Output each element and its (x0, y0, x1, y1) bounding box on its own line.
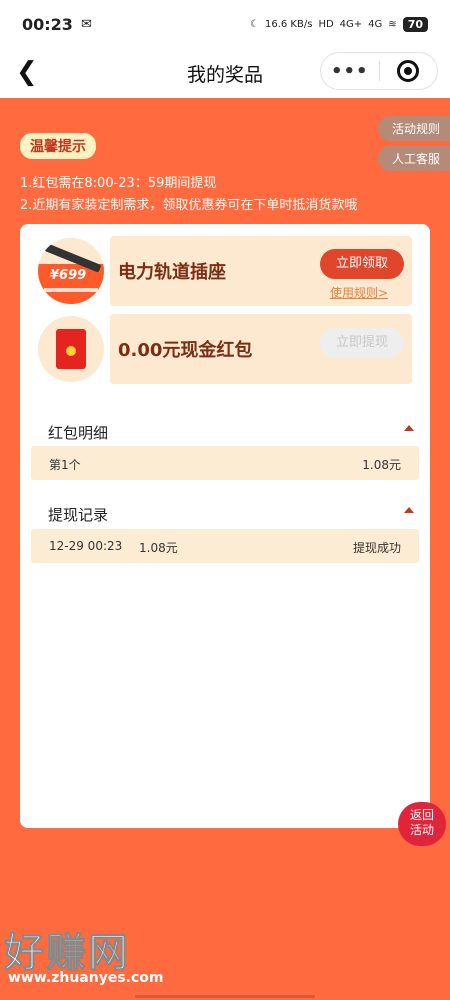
nav-bar: ❮ 我的奖品 ••• (0, 48, 450, 98)
prize-panel: 电力轨道插座 立即领取 使用规则> (110, 236, 412, 306)
redpack-detail-title: 红包明细 (48, 424, 109, 442)
hd-badge: HD (318, 18, 334, 30)
claim-button[interactable]: 立即领取 (320, 249, 404, 279)
return-label-2: 活动 (409, 823, 434, 837)
network-4g: 4G (368, 18, 383, 30)
thumb-price: ¥699 (50, 268, 87, 283)
battery-level: 70 (402, 16, 428, 32)
activity-rules-button[interactable]: 活动规则 (377, 116, 450, 141)
network-4g-plus: 4G+ (339, 18, 363, 30)
withdraw-button[interactable]: 立即提现 (320, 328, 404, 358)
network-speed: 16.6 KB/s (264, 18, 313, 30)
table-row: 12-29 00:23 1.08元 提现成功 (31, 529, 419, 563)
record-status: 提现成功 (352, 541, 401, 555)
wifi-icon: ≋ (388, 18, 397, 30)
site-watermark: 好赚网 www.zhuanyes.com (0, 920, 200, 990)
collapse-arrow-icon[interactable] (404, 425, 414, 431)
prize-name: 电力轨道插座 (118, 262, 226, 283)
return-label-1: 返回 (409, 808, 434, 822)
table-row: 第1个 1.08元 (31, 446, 419, 480)
target-icon (397, 60, 420, 82)
redpack-amount: 1.08元 (362, 458, 401, 472)
prize-panel: 0.00元现金红包 立即提现 (110, 314, 412, 384)
record-time: 12-29 00:23 (49, 539, 123, 553)
customer-service-button[interactable]: 人工客服 (377, 146, 450, 171)
wechat-icon: ✉ (80, 16, 92, 32)
prizes-card: ¥699 电力轨道插座 立即领取 使用规则> 0.00元现金红包 立即提现 红包… (20, 224, 430, 828)
withdraw-records-title: 提现记录 (48, 506, 109, 524)
watermark-url: www.zhuanyes.com (8, 970, 164, 986)
more-options-icon[interactable]: ••• (321, 61, 379, 82)
redpack-index: 第1个 (49, 458, 81, 472)
tips-title: 温馨提示 (20, 133, 96, 159)
status-icons: ☾ 16.6 KB/s HD 4G+ 4G ≋ 70 (250, 16, 428, 32)
home-indicator (135, 995, 315, 998)
collapse-arrow-icon[interactable] (404, 507, 414, 513)
red-packet-image (38, 316, 104, 382)
prize-item: 0.00元现金红包 立即提现 (38, 314, 412, 384)
prize-item: ¥699 电力轨道插座 立即领取 使用规则> (38, 236, 412, 306)
close-mini-program-button[interactable] (379, 60, 437, 82)
power-rail-image: ¥699 (38, 238, 104, 304)
return-to-activity-button[interactable]: 返回 活动 (398, 802, 446, 846)
usage-rules-link[interactable]: 使用规则> (330, 284, 388, 301)
status-bar: 00:23 ✉ ☾ 16.6 KB/s HD 4G+ 4G ≋ 70 (0, 0, 450, 48)
mini-program-capsule: ••• (320, 52, 438, 90)
prize-name: 0.00元现金红包 (118, 340, 253, 361)
record-amount: 1.08元 (139, 541, 178, 555)
tip-line-1: 1.红包需在8:00-23：59期间提现 (20, 176, 217, 191)
dnd-moon-icon: ☾ (250, 18, 259, 30)
tip-line-2: 2.近期有家装定制需求，领取优惠券可在下单时抵消货款哦 (20, 198, 358, 213)
status-time: 00:23 (22, 14, 73, 34)
